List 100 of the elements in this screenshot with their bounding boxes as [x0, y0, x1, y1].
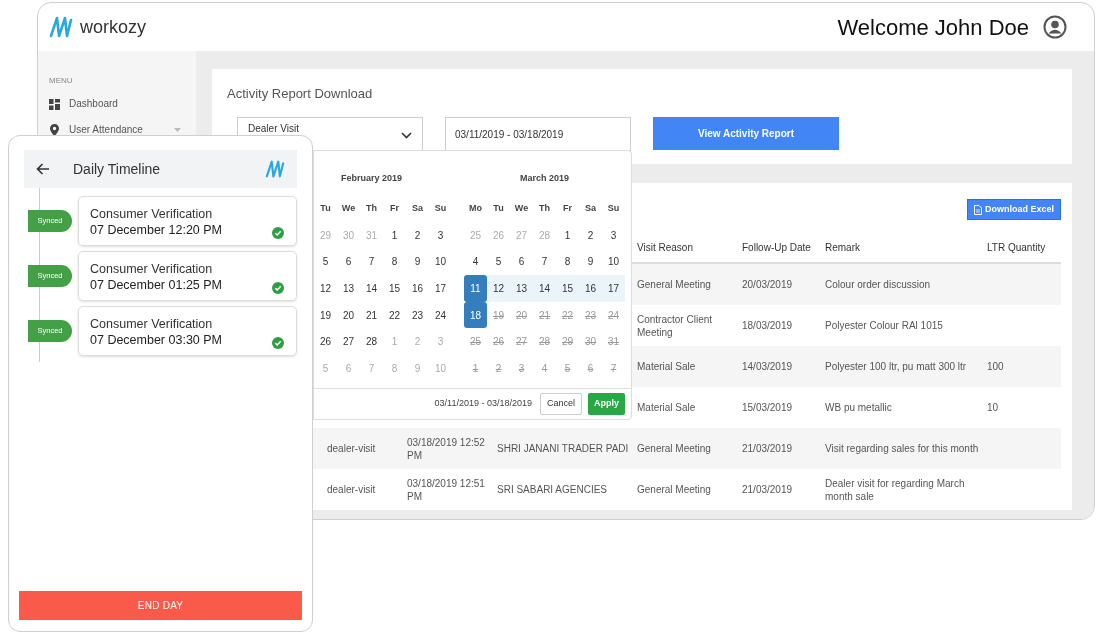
calendar-day[interactable]: 5: [314, 248, 337, 276]
calendar-day[interactable]: 13: [510, 275, 533, 302]
calendar-day: 5: [556, 354, 579, 382]
calendar-day[interactable]: 7: [533, 248, 556, 276]
calendar-day[interactable]: 21: [360, 301, 383, 329]
table-cell-text: Material Sale: [637, 360, 697, 373]
calendar-day[interactable]: 14: [360, 275, 383, 302]
table-cell-text: 03/18/2019 12:52 PM: [407, 435, 486, 462]
calendar-day[interactable]: 14: [533, 275, 556, 302]
calendar-day[interactable]: 4: [464, 248, 487, 276]
calendar-day[interactable]: 7: [360, 248, 383, 276]
calendar-day[interactable]: 3: [429, 222, 452, 249]
calendar-day: 28: [533, 328, 556, 355]
weekday-label: Sa: [412, 201, 423, 215]
back-arrow-icon[interactable]: [36, 163, 50, 175]
calendar-day[interactable]: 9: [406, 248, 429, 276]
entry-title: Consumer Verification: [90, 206, 213, 222]
calendar-day: 4: [533, 354, 556, 382]
date-range-field[interactable]: 03/11/2019 - 03/18/2019: [445, 117, 631, 151]
table-cell-text: Polyester Colour RAl 1015: [825, 319, 944, 332]
calendar-day[interactable]: 1: [383, 222, 406, 249]
calendar-day[interactable]: 22: [383, 301, 406, 329]
weekday-label: Mo: [469, 201, 482, 215]
calendar-day[interactable]: 10: [602, 248, 625, 276]
calendar-day[interactable]: 12: [314, 275, 337, 302]
calendar-day[interactable]: 23: [406, 301, 429, 329]
calendar-day[interactable]: 1: [556, 222, 579, 249]
table-cell-text: 14/03/2019: [742, 360, 794, 373]
sidebar-item[interactable]: Dashboard: [69, 98, 118, 110]
calendar-day[interactable]: 9: [579, 248, 602, 276]
download-excel-button[interactable]: Download Excel: [966, 199, 1061, 220]
calendar-day[interactable]: 28: [360, 328, 383, 355]
calendar-day[interactable]: 15: [556, 275, 579, 302]
timeline-card[interactable]: Consumer Verification 07 December 03:30 PM: [78, 306, 297, 356]
table-cell-text: Material Sale: [637, 401, 697, 414]
calendar-day[interactable]: 2: [579, 222, 602, 249]
calendar-day[interactable]: 27: [337, 328, 360, 355]
calendar-day[interactable]: 20: [337, 301, 360, 329]
column-header: Visit Reason: [637, 241, 693, 254]
calendar-day: 31: [602, 328, 625, 355]
map-pin-icon: [49, 124, 60, 136]
calendar-day[interactable]: 19: [314, 301, 337, 329]
calendar-day[interactable]: 2: [406, 222, 429, 249]
card-title: Activity Report Download: [227, 85, 374, 102]
entry-time: 07 December 03:30 PM: [90, 332, 222, 349]
table-cell-text: 15/03/2019: [742, 401, 794, 414]
calendar-day[interactable]: 11: [464, 275, 487, 302]
calendar-day[interactable]: 24: [429, 301, 452, 329]
table-cell-text: 21/03/2019: [742, 483, 794, 496]
timeline-card[interactable]: Consumer Verification 07 December 12:20 PM: [78, 196, 297, 246]
calendar-day[interactable]: 15: [383, 275, 406, 302]
calendar-day: 23: [579, 301, 602, 329]
sidebar-item[interactable]: User Attendance: [69, 124, 143, 136]
document-icon: [973, 204, 982, 215]
weekday-label: Th: [366, 201, 377, 215]
calendar-day: 7: [602, 354, 625, 382]
table-cell-text: WB pu metallic: [825, 401, 893, 414]
calendar-day: 27: [510, 328, 533, 355]
entry-title: Consumer Verification: [90, 316, 213, 332]
calendar-day[interactable]: 6: [510, 248, 533, 276]
calendar-day: 30: [579, 328, 602, 355]
user-avatar-icon[interactable]: [1043, 15, 1067, 39]
calendar-day[interactable]: 10: [429, 248, 452, 276]
calendar-day[interactable]: 13: [337, 275, 360, 302]
table-cell-text: Polyester 100 ltr, pu matt 300 ltr: [825, 360, 968, 373]
table-cell-text: 10: [987, 401, 1000, 414]
chevron-down-icon: [401, 132, 412, 139]
calendar-day[interactable]: 26: [314, 328, 337, 355]
column-header: Follow-Up Date: [742, 241, 811, 254]
brand-name: workozy: [80, 15, 146, 39]
calendar-day[interactable]: 6: [337, 248, 360, 276]
calendar-day: 2: [487, 354, 510, 382]
calendar-day: 20: [510, 301, 533, 329]
calendar-day[interactable]: 12: [487, 275, 510, 302]
calendar-day[interactable]: 8: [556, 248, 579, 276]
table-cell-text: Contractor Client Meeting: [637, 312, 714, 339]
selected-range-text: 03/11/2019 - 03/18/2019: [434, 397, 532, 411]
view-report-button[interactable]: View Activity Report: [653, 117, 839, 150]
entry-time: 07 December 12:20 PM: [90, 222, 222, 239]
calendar-day[interactable]: 3: [602, 222, 625, 249]
month-title: February 2019: [340, 172, 402, 186]
table-cell-text: 20/03/2019: [742, 278, 794, 291]
calendar-day[interactable]: 16: [579, 275, 602, 302]
calendar-day: 22: [556, 301, 579, 329]
calendar-day[interactable]: 18: [464, 301, 487, 329]
calendar-day[interactable]: 5: [487, 248, 510, 276]
cancel-button[interactable]: Cancel: [539, 393, 582, 415]
calendar-day[interactable]: 17: [429, 275, 452, 302]
calendar-day[interactable]: 16: [406, 275, 429, 302]
weekday-label: Th: [539, 201, 550, 215]
table-cell-text: General Meeting: [637, 442, 712, 455]
logo-icon: [265, 160, 285, 178]
table-cell-text: General Meeting: [637, 278, 712, 291]
table-cell-text: 18/03/2019: [742, 319, 794, 332]
calendar-day[interactable]: 8: [383, 248, 406, 276]
entry-title: Consumer Verification: [90, 261, 213, 277]
calendar-day: 24: [602, 301, 625, 329]
timeline-card[interactable]: Consumer Verification 07 December 01:25 PM: [78, 251, 297, 301]
calendar-day[interactable]: 17: [602, 275, 625, 302]
welcome-text: Welcome John Doe: [837, 13, 1029, 42]
